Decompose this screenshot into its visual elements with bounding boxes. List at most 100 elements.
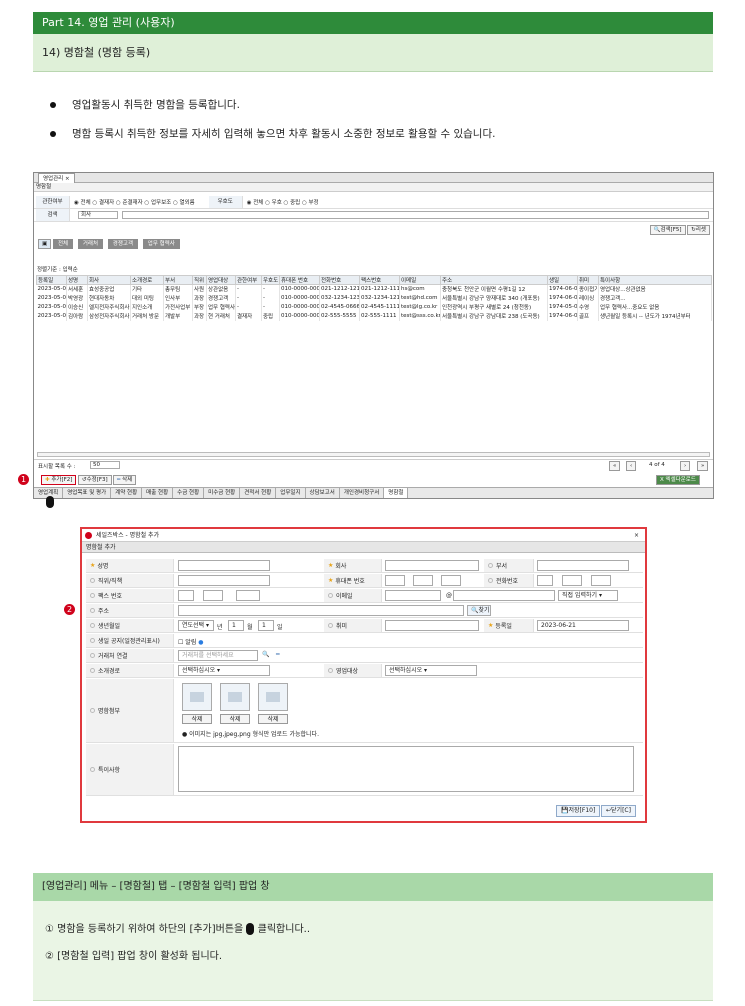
- marker-1: 1: [18, 474, 29, 485]
- company-input[interactable]: [385, 560, 479, 571]
- email-id-input[interactable]: [385, 590, 441, 601]
- tab-receivable[interactable]: 미수금 현황: [204, 488, 241, 498]
- phone-input-3[interactable]: [591, 575, 611, 586]
- group-all-button[interactable]: 전체: [52, 239, 74, 249]
- image-placeholder-icon[interactable]: [258, 683, 288, 711]
- tab-contract[interactable]: 계약 현황: [111, 488, 143, 498]
- fax-input-2[interactable]: [203, 590, 223, 601]
- section-header: 14) 명함철 (명함 등록): [33, 34, 713, 72]
- special-options[interactable]: ◉ 전체 ○ 우호 ○ 중립 ○ 부정: [243, 198, 319, 206]
- col-target[interactable]: 영업대상: [206, 275, 236, 285]
- col-dept[interactable]: 부서: [163, 275, 193, 285]
- reset-button[interactable]: ↻리셋: [687, 225, 710, 235]
- tab-collection[interactable]: 수금 현황: [173, 488, 205, 498]
- save-button[interactable]: 💾저장[F10]: [556, 805, 601, 817]
- fax-input-1[interactable]: [178, 590, 194, 601]
- summary-title: [영업관리] 메뉴 – [명함철] 탭 – [명함철 입력] 팝업 창: [33, 873, 713, 901]
- filter-options[interactable]: ◉ 전체 ○ 결재자 ○ 준결재자 ○ 업무보조 ○ 열외름: [70, 198, 195, 206]
- search-field-select[interactable]: 회사: [78, 211, 118, 219]
- target-select[interactable]: 선택하십시오 ▾: [385, 665, 477, 676]
- col-position[interactable]: 직위: [192, 275, 207, 285]
- tab-business-card[interactable]: 명함철: [384, 488, 409, 498]
- group-partner-button[interactable]: 업무 협력사: [142, 239, 180, 249]
- col-birthday[interactable]: 생일: [547, 275, 578, 285]
- col-favor[interactable]: 우호도: [261, 275, 280, 285]
- birth-day-spinner[interactable]: 1: [258, 620, 274, 631]
- section-title: 명함철: [34, 183, 713, 192]
- col-regdate[interactable]: 등록일: [36, 275, 67, 285]
- table-row[interactable]: 2023-05-02 김아람 삼성전자주식회사 거래처 방문 개발부 과장 현 거래처 결재자…: [36, 311, 712, 321]
- notes-textarea[interactable]: [178, 746, 634, 792]
- label-mobile: 휴대폰 번호: [335, 578, 365, 585]
- email-domain-input[interactable]: [453, 590, 555, 601]
- col-hobby[interactable]: 취미: [577, 275, 599, 285]
- table-row[interactable]: 2023-05-02 이승신 엘지전자주식회사 지인소개 가전사업부 부장 업무 협력사 - -…: [36, 302, 712, 312]
- dept-input[interactable]: [537, 560, 629, 571]
- search-icon[interactable]: 🔍: [262, 651, 269, 658]
- col-address[interactable]: 주소: [440, 275, 548, 285]
- image-placeholder-icon[interactable]: [220, 683, 250, 711]
- route-select[interactable]: 선택하십시오 ▾: [178, 665, 270, 676]
- phone-input-2[interactable]: [562, 575, 582, 586]
- tab-revenue[interactable]: 매출 현황: [142, 488, 174, 498]
- mobile-input-3[interactable]: [441, 575, 461, 586]
- bullet-1: 영업활동시 취득한 명함을 등록합니다.: [50, 97, 240, 112]
- remove-icon[interactable]: ━: [276, 651, 280, 658]
- search-input[interactable]: [122, 211, 709, 219]
- mobile-input-2[interactable]: [413, 575, 433, 586]
- close-button[interactable]: ↩닫기[C]: [601, 805, 636, 817]
- table-row[interactable]: 2023-05-02 서세훈 효성중공업 기타 총무팀 사원 상관없음 - -010-0000-…: [36, 284, 712, 294]
- col-route[interactable]: 소개경로: [130, 275, 164, 285]
- hobby-input[interactable]: [385, 620, 479, 631]
- col-phone[interactable]: 전화번호: [319, 275, 360, 285]
- group-client-button[interactable]: 거래처: [77, 239, 104, 249]
- search-button[interactable]: 🔍검색[F5]: [649, 225, 686, 235]
- group-competitor-button[interactable]: 경쟁고객: [107, 239, 139, 249]
- regdate-select[interactable]: 2023-06-21: [537, 620, 629, 631]
- phone-input-1[interactable]: [537, 575, 553, 586]
- delete-image-button[interactable]: 삭제: [182, 714, 212, 724]
- client-input[interactable]: 거래처를 선택하세요: [178, 650, 258, 661]
- col-company[interactable]: 회사: [87, 275, 131, 285]
- last-page-button[interactable]: »: [697, 461, 709, 471]
- position-input[interactable]: [178, 575, 270, 586]
- excel-download-button[interactable]: X 엑셀다운로드: [656, 475, 700, 485]
- delete-image-button[interactable]: 삭제: [220, 714, 250, 724]
- image-placeholder-icon[interactable]: [182, 683, 212, 711]
- address-search-button[interactable]: 🔍찾기: [467, 605, 491, 616]
- close-icon[interactable]: ×: [634, 529, 639, 542]
- label-hobby: 취미: [336, 623, 348, 630]
- col-email[interactable]: 이메일: [399, 275, 441, 285]
- col-notes[interactable]: 특이사항: [598, 275, 712, 285]
- next-page-button[interactable]: ›: [680, 461, 691, 471]
- fax-input-3[interactable]: [236, 590, 260, 601]
- alarm-checkbox[interactable]: ☐ 알림 ●: [178, 637, 204, 646]
- tab-expense[interactable]: 개인경비청구서: [340, 488, 385, 498]
- tab-quote[interactable]: 견적서 현황: [240, 488, 277, 498]
- first-page-button[interactable]: «: [609, 461, 621, 471]
- email-domain-select[interactable]: 직접 입력하기 ▾: [558, 590, 618, 601]
- col-mobile[interactable]: 휴대폰 번호: [279, 275, 320, 285]
- delete-button[interactable]: ━ 삭제: [113, 475, 137, 485]
- prev-page-button[interactable]: ‹: [626, 461, 637, 471]
- tab-consult[interactable]: 상담보고서: [306, 488, 340, 498]
- address-input[interactable]: [178, 605, 464, 616]
- tab-sales-goal[interactable]: 영업목표 및 평가: [63, 488, 112, 498]
- row-count-select[interactable]: 50: [90, 461, 120, 469]
- table-row[interactable]: 2023-05-02 박영광 현대자동차 대외 미팅 인사부 과장 경쟁고객 - -010-00…: [36, 293, 712, 303]
- birth-month-spinner[interactable]: 1: [228, 620, 244, 631]
- col-fax[interactable]: 팩스번호: [359, 275, 400, 285]
- label-birthday: 생년월일: [98, 623, 121, 630]
- delete-image-button[interactable]: 삭제: [258, 714, 288, 724]
- horizontal-scrollbar[interactable]: [37, 452, 710, 457]
- tab-sales-management[interactable]: 영업관리 ×: [38, 173, 75, 183]
- refresh-icon[interactable]: ▣: [38, 239, 52, 249]
- birth-year-select[interactable]: 연도선택 ▾: [178, 620, 214, 631]
- edit-button[interactable]: ↺수정[F3]: [78, 475, 112, 485]
- tab-worklog[interactable]: 업무일지: [276, 488, 306, 498]
- col-name[interactable]: 성명: [66, 275, 88, 285]
- add-button[interactable]: ✚ 추가[F2]: [41, 475, 77, 485]
- mobile-input-1[interactable]: [385, 575, 405, 586]
- col-authority[interactable]: 관한여부: [235, 275, 262, 285]
- name-input[interactable]: [178, 560, 270, 571]
